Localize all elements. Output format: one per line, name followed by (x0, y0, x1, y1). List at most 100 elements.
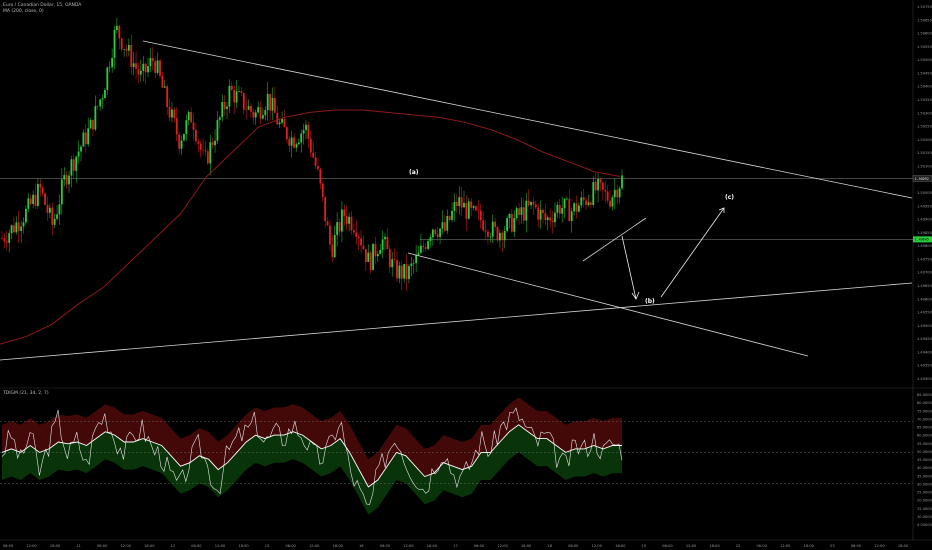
tdi-indicator (0, 397, 913, 515)
candle-body (254, 112, 257, 118)
candle-body (396, 259, 398, 279)
candle-body (431, 229, 434, 238)
y-tick-label: 1.49500 (917, 324, 932, 328)
candle-body (17, 222, 20, 231)
x-tick-label: 06:00 (662, 544, 673, 548)
candle-body (120, 38, 123, 50)
wave-leg-c (660, 207, 725, 298)
candle-body (127, 44, 130, 51)
candle-body (621, 175, 623, 189)
candle-body (391, 259, 394, 268)
ind-y-tick-label: 30.00000 (917, 482, 932, 486)
candle-body (216, 119, 219, 141)
candle-body (482, 220, 485, 231)
candle-body (137, 68, 140, 75)
candle-body (522, 207, 525, 221)
ind-y-tick-label: 65.00000 (917, 426, 932, 430)
y-tick-label: 1.50200 (917, 138, 932, 142)
candle-body (25, 208, 27, 223)
x-tick-label: 18:00 (427, 544, 438, 548)
candle-body (247, 106, 250, 110)
candle-body (168, 107, 171, 118)
candle-body (211, 142, 214, 146)
candle-body (369, 252, 372, 271)
current-price-label: 1.50092 (915, 177, 929, 181)
candle-body (388, 249, 391, 268)
candle-body (163, 86, 166, 88)
candle-body (183, 133, 185, 141)
candle-body (202, 149, 204, 151)
candle-body (58, 204, 61, 215)
candle-body (554, 212, 556, 223)
candle-body (362, 245, 365, 250)
candle-body (218, 117, 221, 120)
candle-body (329, 225, 331, 245)
candle-body (63, 175, 66, 180)
candle-body (599, 179, 602, 183)
candle-body (15, 222, 18, 233)
candle-body (94, 105, 97, 130)
y-tick-label: 1.50150 (917, 151, 932, 155)
candle-body (451, 210, 453, 220)
x-tick-label: 12:00 (26, 544, 37, 548)
candle-body (455, 201, 458, 206)
x-tick-label: 12 (171, 544, 176, 548)
candle-body (582, 197, 585, 201)
candle-body (192, 122, 195, 130)
candle-body (108, 67, 111, 68)
y-tick-label: 1.50450 (917, 71, 932, 75)
candle-body (230, 85, 233, 90)
ind-y-tick-label: 70.00000 (917, 417, 932, 421)
candle-body (309, 138, 312, 153)
candle-body (321, 183, 324, 197)
candle-body (609, 200, 611, 207)
x-tick-label: 06:00 (851, 544, 862, 548)
candle-body (601, 182, 604, 190)
candle-body (496, 227, 499, 241)
candle-body (336, 222, 339, 236)
candle-body (364, 249, 367, 262)
x-tick-label: 12:00 (686, 544, 697, 548)
candle-body (448, 216, 451, 220)
candle-body (68, 175, 70, 185)
candle-body (118, 25, 121, 39)
chart-canvas[interactable]: 1.50750 1.50650 1.50600 1.50550 1.50500 1.504… (0, 0, 932, 550)
candle-body (135, 63, 137, 69)
candle-body (101, 98, 104, 100)
candle-body (142, 63, 145, 71)
candle-body (262, 115, 264, 119)
x-tick-label: 18:00 (709, 544, 720, 548)
candle-body (39, 183, 42, 188)
candle-body (408, 266, 410, 280)
y-tick-label: 1.50750 (917, 5, 932, 9)
candle-body (575, 203, 578, 212)
candle-body (285, 127, 288, 140)
candle-body (139, 70, 142, 75)
upper-trendline (142, 40, 913, 199)
candle-body (132, 63, 135, 68)
candle-body (367, 252, 370, 262)
candle-body (209, 142, 212, 164)
candle-body (537, 207, 540, 220)
wave-projection: (a) (b) (c) (409, 169, 734, 305)
candle-body (398, 265, 401, 279)
ind-y-tick-label: 75.00000 (917, 409, 932, 413)
x-tick-label: 18:00 (898, 544, 909, 548)
ind-y-tick-label: 60.00000 (917, 434, 932, 438)
candle-body (27, 198, 30, 209)
candle-body (82, 132, 85, 147)
candle-body (341, 209, 343, 232)
candle-body (197, 141, 200, 144)
candle-body (51, 207, 54, 225)
candle-body (501, 232, 504, 241)
candle-body (233, 89, 236, 103)
candle-body (549, 217, 552, 221)
candle-body (180, 140, 183, 149)
candle-body (412, 263, 415, 264)
candle-body (99, 99, 102, 107)
candle-body (226, 106, 228, 109)
candle-body (84, 132, 87, 145)
y-tick-label: 1.50300 (917, 111, 932, 115)
candle-body (520, 207, 523, 215)
candle-body (506, 218, 508, 231)
